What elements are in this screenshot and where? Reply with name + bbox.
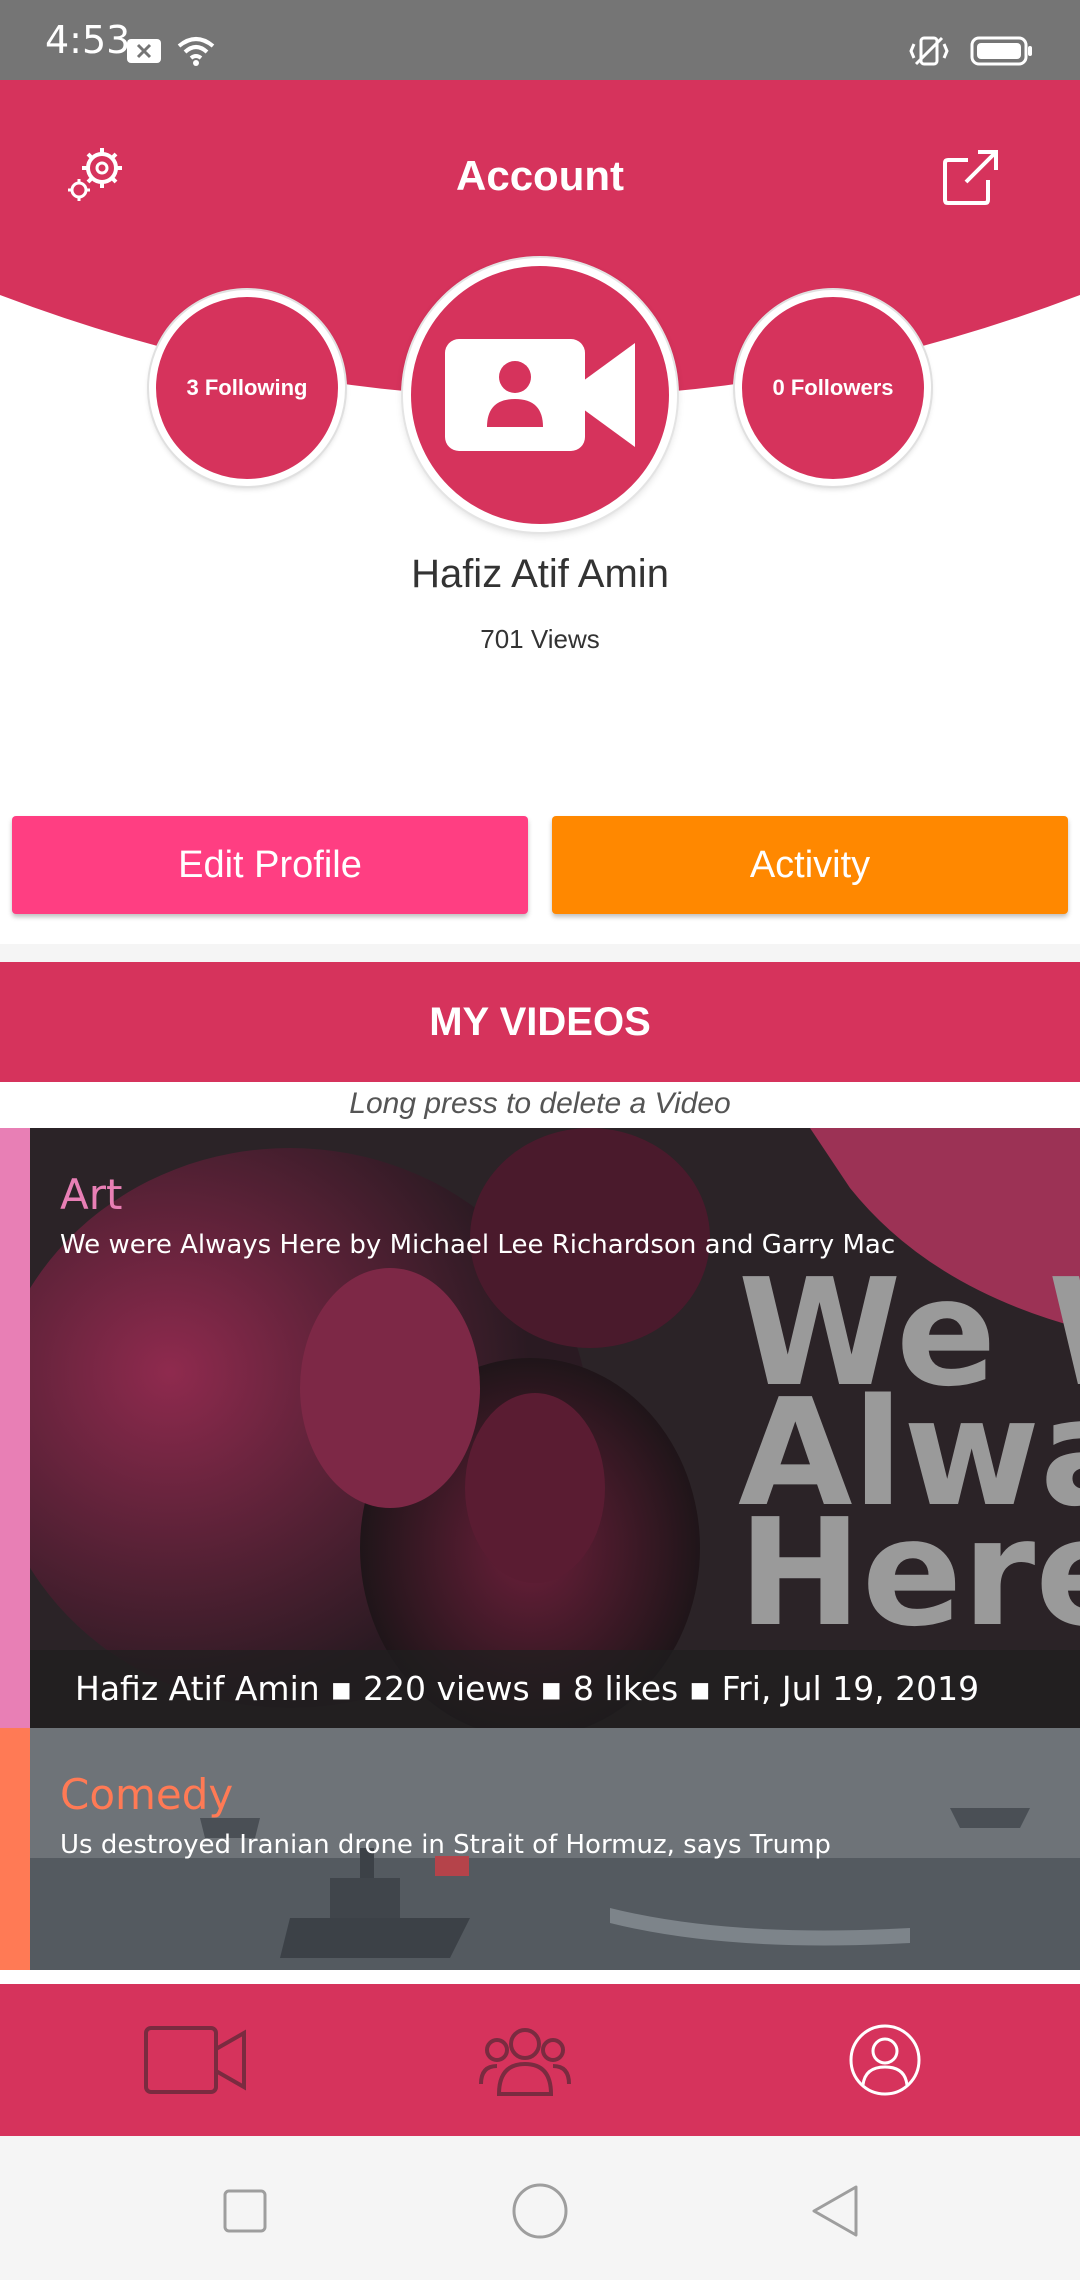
video-user-icon [445,339,635,451]
battery-icon [970,36,1032,66]
edit-profile-label: Edit Profile [178,843,362,886]
thumbnail-text-line-3: Here [738,1487,1080,1659]
following-label: 3 Following [186,375,308,400]
video-card[interactable]: We We Alway Here Art We were Always Here… [0,1128,1080,1728]
user-name: Hafiz Atif Amin [411,552,669,596]
delete-hint: Long press to delete a Video [349,1087,731,1120]
video-meta: Hafiz Atif Amin ▪ 220 views ▪ 8 likes ▪ … [30,1650,1080,1728]
followers-button[interactable]: 0 Followers [735,290,931,486]
vibrate-icon [909,36,949,66]
account-screen: 4:53 Account 3 Following 0 Followers Haf… [0,0,1080,2280]
external-share-icon [943,150,998,205]
edit-profile-button[interactable]: Edit Profile [12,816,528,914]
video-camera-icon [144,2026,246,2094]
wifi-icon [177,37,215,66]
activity-label: Activity [749,843,871,886]
video-title: Us destroyed Iranian drone in Strait of … [60,1830,831,1860]
avatar[interactable] [403,258,677,532]
video-category: Art [60,1170,123,1219]
my-videos-title: MY VIDEOS [429,999,651,1044]
user-views: 701 Views [480,624,600,654]
category-color-strip [0,1728,30,1970]
bottom-navigation [0,1984,1080,2136]
back-button[interactable] [790,2166,880,2256]
category-color-strip [0,1128,30,1728]
page-title: Account [456,152,624,199]
status-time: 4:53 [45,18,131,62]
video-card[interactable]: Comedy Us destroyed Iranian drone in Str… [0,1728,1080,1970]
nav-community[interactable] [460,1984,590,2136]
profile-icon [849,2024,921,2096]
video-title: We were Always Here by Michael Lee Richa… [60,1230,896,1260]
system-navigation-bar [0,2136,1080,2280]
followers-label: 0 Followers [772,375,894,400]
back-triangle-icon [812,2185,858,2237]
recents-button[interactable] [200,2166,290,2256]
circle-icon [512,2183,568,2239]
status-icons-right [908,34,1034,68]
video-thumbnail: We We Alway Here [30,1128,1080,1728]
nav-videos[interactable] [130,1984,260,2136]
video-category: Comedy [60,1770,234,1819]
notification-x-icon [127,39,161,63]
my-videos-header: MY VIDEOS [0,962,1080,1082]
activity-button[interactable]: Activity [552,816,1068,914]
nav-profile[interactable] [820,1984,950,2136]
section-divider [0,944,1080,962]
square-icon [223,2189,267,2233]
share-button[interactable] [942,148,1000,206]
status-bar: 4:53 [0,0,1080,80]
status-icons-left [126,36,216,66]
home-button[interactable] [495,2166,585,2256]
group-icon [479,2028,571,2096]
following-button[interactable]: 3 Following [149,290,345,486]
